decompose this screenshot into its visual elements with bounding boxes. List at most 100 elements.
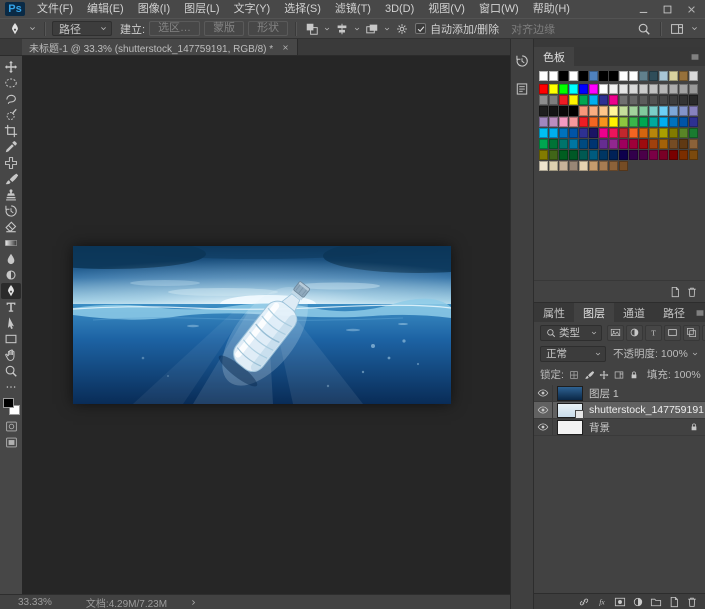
panel-menu-icon[interactable] (694, 303, 705, 322)
swatch[interactable] (609, 161, 618, 171)
swatch[interactable] (559, 150, 568, 160)
swatch[interactable] (589, 84, 598, 94)
swatch[interactable] (669, 106, 678, 116)
maximize-button[interactable] (655, 1, 679, 17)
lock-position-icon[interactable] (597, 368, 611, 382)
swatch[interactable] (569, 117, 578, 127)
swatch[interactable] (549, 139, 558, 149)
layer-thumbnail[interactable] (558, 421, 582, 434)
swatch[interactable] (639, 71, 648, 81)
swatch[interactable] (589, 150, 598, 160)
swatch[interactable] (559, 95, 568, 105)
menu-item-4[interactable]: 文字(Y) (227, 0, 278, 18)
swatch[interactable] (609, 71, 618, 81)
opacity-value[interactable]: 100% (661, 348, 688, 360)
swatch[interactable] (669, 95, 678, 105)
menu-item-5[interactable]: 选择(S) (277, 0, 328, 18)
tool-mode-dropdown[interactable]: 路径 (52, 21, 112, 36)
swatch[interactable] (599, 139, 608, 149)
swatch[interactable] (549, 95, 558, 105)
filter-kind-dropdown[interactable]: 类型 (540, 325, 602, 341)
auto-add-delete-checkbox[interactable] (415, 23, 426, 34)
tool-type[interactable] (1, 299, 21, 315)
path-arrangement-icon[interactable] (363, 21, 381, 37)
path-operations-icon[interactable] (303, 21, 321, 37)
filter-smart-objects-icon[interactable] (683, 325, 700, 341)
swatch[interactable] (549, 117, 558, 127)
swatch[interactable] (569, 139, 578, 149)
tool-marquee[interactable] (1, 75, 21, 91)
swatch[interactable] (669, 84, 678, 94)
swatch[interactable] (589, 106, 598, 116)
fill-value[interactable]: 100% (674, 369, 701, 381)
workspace-switcher-icon[interactable] (668, 21, 686, 37)
swatch[interactable] (559, 106, 568, 116)
swatch[interactable] (619, 106, 628, 116)
layer-thumbnail[interactable] (558, 387, 582, 400)
swatch[interactable] (659, 117, 668, 127)
layer-row[interactable]: 背景 (534, 419, 705, 436)
tool-eyedropper[interactable] (1, 139, 21, 155)
tool-spot-healing[interactable] (1, 155, 21, 171)
tool-edit-toolbar[interactable] (1, 379, 21, 395)
tool-blur[interactable] (1, 251, 21, 267)
swatch[interactable] (679, 71, 688, 81)
swatch[interactable] (679, 84, 688, 94)
swatch[interactable] (629, 71, 638, 81)
swatch[interactable] (609, 128, 618, 138)
tool-rectangle-shape[interactable] (1, 331, 21, 347)
swatch[interactable] (549, 106, 558, 116)
swatch[interactable] (649, 117, 658, 127)
make-button-1[interactable]: 蒙版 (204, 21, 244, 36)
swatch[interactable] (619, 117, 628, 127)
swatch[interactable] (639, 117, 648, 127)
canvas[interactable] (22, 56, 510, 594)
swatch[interactable] (659, 128, 668, 138)
tool-gradient[interactable] (1, 235, 21, 251)
swatch[interactable] (589, 117, 598, 127)
tool-dodge[interactable] (1, 267, 21, 283)
swatch[interactable] (559, 71, 568, 81)
swatch[interactable] (629, 106, 638, 116)
swatch[interactable] (569, 95, 578, 105)
new-adjustment-layer-icon[interactable] (632, 596, 644, 608)
swatch[interactable] (569, 128, 578, 138)
swatch[interactable] (679, 150, 688, 160)
tab-通道[interactable]: 通道 (614, 303, 654, 322)
swatch[interactable] (679, 128, 688, 138)
swatch[interactable] (559, 128, 568, 138)
swatch[interactable] (569, 161, 578, 171)
link-layers-icon[interactable] (578, 596, 590, 608)
swatch[interactable] (639, 128, 648, 138)
swatch[interactable] (559, 84, 568, 94)
foreground-color-chip[interactable] (3, 398, 14, 408)
swatch[interactable] (689, 71, 698, 81)
new-swatch-icon[interactable] (669, 286, 681, 298)
swatch[interactable] (539, 128, 548, 138)
swatch[interactable] (609, 106, 618, 116)
swatch[interactable] (549, 71, 558, 81)
swatch[interactable] (669, 71, 678, 81)
swatch[interactable] (669, 150, 678, 160)
swatch[interactable] (649, 106, 658, 116)
swatch[interactable] (639, 84, 648, 94)
tool-eraser[interactable] (1, 219, 21, 235)
new-layer-icon[interactable] (668, 596, 680, 608)
tool-preset-pen-icon[interactable] (6, 21, 24, 37)
swatch[interactable] (639, 106, 648, 116)
layer-thumbnail[interactable] (558, 404, 582, 417)
collapsed-properties-panel-icon[interactable] (512, 79, 532, 99)
swatch[interactable] (589, 139, 598, 149)
filter-adjustment-layers-icon[interactable] (626, 325, 643, 341)
swatch[interactable] (619, 128, 628, 138)
swatch[interactable] (589, 95, 598, 105)
swatch[interactable] (679, 95, 688, 105)
chevron-down-icon[interactable] (690, 24, 699, 33)
swatch[interactable] (539, 161, 548, 171)
menu-item-6[interactable]: 滤镜(T) (328, 0, 378, 18)
swatch[interactable] (609, 150, 618, 160)
swatch[interactable] (569, 71, 578, 81)
document-tab[interactable]: 未标题-1 @ 33.3% (shutterstock_147759191, R… (22, 39, 298, 55)
blend-mode-dropdown[interactable]: 正常 (540, 346, 606, 362)
swatch[interactable] (579, 161, 588, 171)
